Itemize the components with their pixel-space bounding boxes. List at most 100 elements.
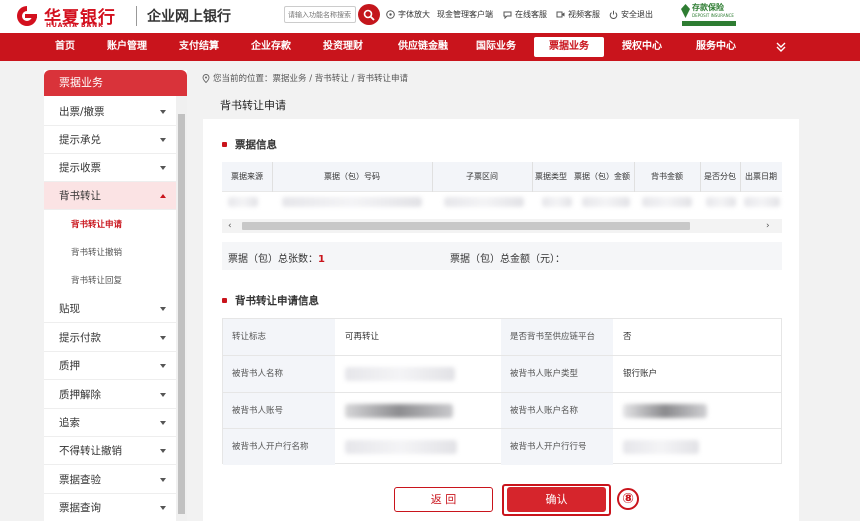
sidebar-item-pledge-release[interactable]: 质押解除 [44, 381, 176, 409]
redacted-value [345, 367, 455, 381]
sidebar-item-issue-revoke[interactable]: 出票/撤票 [44, 98, 176, 126]
field-label-endorsee-bank-code: 被背书人开户行行号 [501, 429, 613, 465]
sidebar-item-label: 背书转让 [59, 190, 101, 202]
nav-authorization-center[interactable]: 授权中心 [614, 33, 670, 61]
section-title: 背书转让申请信息 [235, 295, 319, 307]
nav-service-center[interactable]: 服务中心 [688, 33, 744, 61]
column-header: 票据（包）号码 [324, 172, 380, 181]
sidebar-item-recourse[interactable]: 追索 [44, 409, 176, 437]
caret-down-icon [160, 393, 166, 397]
video-service-label: 视频客服 [568, 10, 600, 19]
back-button[interactable]: 返 回 [394, 487, 493, 512]
table-scrollbar-thumb[interactable] [242, 222, 690, 230]
redacted-cell [744, 197, 780, 207]
logout-link[interactable]: 安全退出 [609, 9, 653, 20]
font-enlarge-label: 字体放大 [398, 10, 430, 19]
nav-account-management[interactable]: 账户管理 [99, 33, 155, 61]
nav-international[interactable]: 国际业务 [468, 33, 524, 61]
sidebar-title: 票据业务 [44, 70, 187, 96]
scroll-right-icon[interactable]: › [766, 221, 770, 231]
section-apply-info: 背书转让申请信息 [222, 293, 319, 308]
cash-client-link[interactable]: 现金管理客户端 [437, 9, 493, 20]
column-header: 是否分包 [704, 172, 736, 181]
deposit-insurance-bar [682, 21, 736, 26]
video-icon [556, 11, 565, 18]
redacted-cell [642, 197, 692, 207]
field-value-endorsee-account-name [613, 393, 781, 429]
caret-down-icon [160, 336, 166, 340]
sidebar-item-label: 提示承兑 [59, 134, 101, 146]
caret-down-icon [160, 506, 166, 510]
redacted-value [623, 440, 699, 454]
breadcrumb: 您当前的位置：票据业务 / 背书转让 / 背书转让申请 [202, 72, 408, 84]
sidebar-item-label: 质押解除 [59, 389, 101, 401]
section-title: 票据信息 [235, 139, 277, 151]
double-chevron-down-icon[interactable] [774, 40, 788, 54]
search-button[interactable] [358, 4, 380, 25]
video-service-link[interactable]: 视频客服 [556, 9, 600, 20]
field-label-supply-chain: 是否背书至供应链平台 [501, 319, 613, 355]
caret-down-icon [160, 364, 166, 368]
field-value-transfer-flag: 可再转让 [345, 332, 380, 342]
nav-home[interactable]: 首页 [47, 33, 83, 61]
online-service-link[interactable]: 在线客服 [503, 9, 547, 20]
sidebar-item-label: 提示付款 [59, 332, 101, 344]
caret-down-icon [160, 166, 166, 170]
column-header: 背书金额 [651, 172, 683, 181]
redacted-cell [444, 197, 524, 207]
confirm-button[interactable]: 确认 [507, 487, 606, 512]
sidebar-item-non-transferable-revoke[interactable]: 不得转让撤销 [44, 437, 176, 465]
sidebar-item-present-payment[interactable]: 提示付款 [44, 324, 176, 352]
section-marker [222, 142, 227, 147]
cash-client-label: 现金管理客户端 [437, 10, 493, 19]
sidebar-item-present-accept[interactable]: 提示承兑 [44, 126, 176, 154]
main-nav: 首页 账户管理 支付结算 企业存款 投资理财 供应链金融 国际业务 票据业务 授… [0, 33, 860, 61]
table-row[interactable] [222, 192, 782, 212]
redacted-value [345, 404, 453, 418]
nav-payment-settlement[interactable]: 支付结算 [171, 33, 227, 61]
sidebar-item-label: 出票/撤票 [59, 106, 105, 118]
nav-investment[interactable]: 投资理财 [315, 33, 371, 61]
sidebar-sub-endorsement-apply[interactable]: 背书转让申请 [44, 211, 176, 239]
search-icon [363, 9, 375, 21]
sidebar-item-endorsement[interactable]: 背书转让 [44, 182, 176, 210]
nav-corporate-deposit[interactable]: 企业存款 [243, 33, 299, 61]
sidebar-item-discount[interactable]: 贴现 [44, 295, 176, 323]
function-search-input[interactable] [284, 6, 356, 23]
scroll-left-icon[interactable]: ‹ [228, 221, 232, 231]
field-label-endorsee-name: 被背书人名称 [223, 356, 335, 392]
redacted-cell [542, 197, 572, 207]
location-pin-icon [202, 73, 210, 83]
online-service-label: 在线客服 [515, 10, 547, 19]
field-value-endorsee-account-type: 银行账户 [623, 369, 658, 379]
sidebar-sub-endorsement-reply[interactable]: 背书转让回复 [44, 267, 176, 295]
field-label-endorsee-account: 被背书人账号 [223, 393, 335, 429]
field-label-endorsee-account-name: 被背书人账户名称 [501, 393, 613, 429]
sidebar-sub-endorsement-revoke[interactable]: 背书转让撤销 [44, 239, 176, 267]
font-enlarge-link[interactable]: 字体放大 [386, 9, 430, 20]
field-label-endorsee-bank-name: 被背书人开户行名称 [223, 429, 335, 465]
field-label-endorsee-account-type: 被背书人账户类型 [501, 356, 613, 392]
sidebar: 票据业务 出票/撤票 提示承兑 提示收票 背书转让 背书转让申请 背书转让撤销 … [44, 70, 187, 521]
font-size-icon [386, 10, 395, 19]
nav-supply-chain-finance[interactable]: 供应链金融 [390, 33, 456, 61]
total-count: 票据（包）总张数：1 [228, 250, 325, 265]
bank-name-en: HUAXIA BANK [46, 22, 104, 29]
sidebar-item-bill-verify[interactable]: 票据查验 [44, 466, 176, 494]
redacted-value [623, 404, 707, 418]
total-count-label: 票据（包）总张数： [228, 254, 318, 265]
caret-down-icon [160, 307, 166, 311]
chat-icon [503, 11, 512, 19]
bill-table-header: 票据来源 票据（包）号码 子票区间 票据类型 票据（包）金额 背书金额 是否分包… [222, 162, 782, 192]
column-header: 票据（包）金额 [574, 172, 630, 181]
total-amount: 票据（包）总金额（元）： [450, 250, 565, 265]
caret-down-icon [160, 110, 166, 114]
nav-bill-business[interactable]: 票据业务 [534, 37, 604, 57]
sidebar-item-bill-query[interactable]: 票据查询 [44, 494, 176, 521]
sidebar-item-present-receive[interactable]: 提示收票 [44, 154, 176, 182]
sidebar-item-label: 票据查询 [59, 502, 101, 514]
sidebar-item-label: 贴现 [59, 303, 80, 315]
sidebar-item-pledge[interactable]: 质押 [44, 352, 176, 380]
sidebar-scrollbar-thumb[interactable] [178, 114, 185, 514]
column-header: 票据来源 [231, 172, 263, 181]
